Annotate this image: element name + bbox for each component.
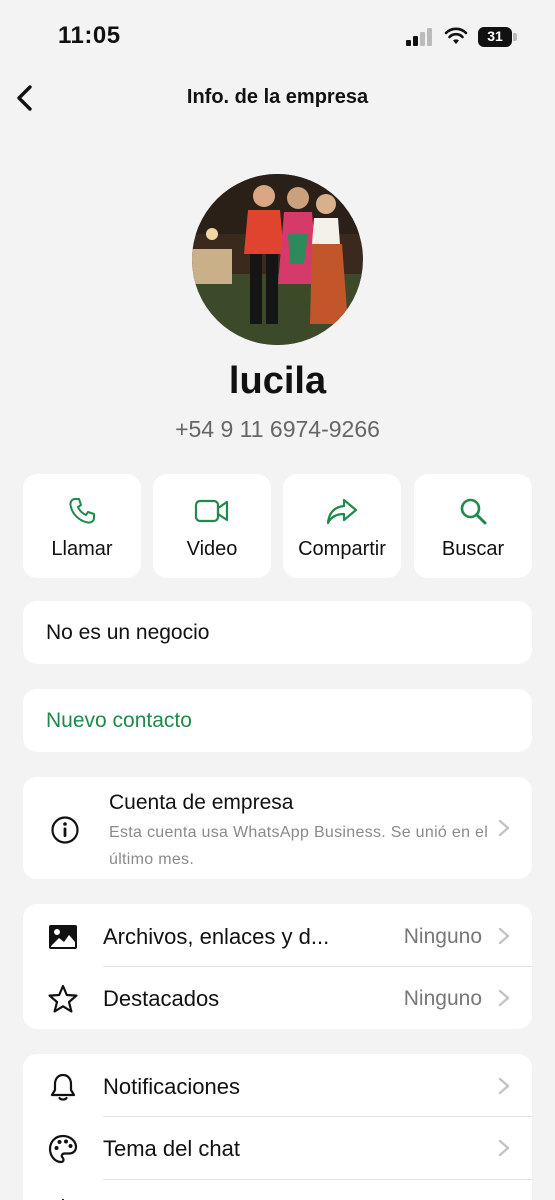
chevron-right-icon — [498, 819, 510, 837]
new-contact-label: Nuevo contacto — [46, 709, 192, 732]
share-button[interactable]: Compartir — [283, 474, 401, 578]
notifications-row[interactable]: Notificaciones — [23, 1055, 532, 1117]
starred-row[interactable]: Destacados Ninguno — [23, 967, 532, 1029]
next-settings-row[interactable] — [23, 1180, 532, 1200]
not-business-row[interactable]: No es un negocio — [23, 601, 532, 664]
chevron-right-icon — [498, 1139, 510, 1157]
image-icon — [49, 925, 77, 949]
media-row[interactable]: Archivos, enlaces y d... Ninguno — [23, 905, 532, 967]
palette-icon — [48, 1134, 78, 1164]
share-icon — [326, 498, 358, 525]
phone-icon — [69, 498, 95, 524]
call-label: Llamar — [51, 538, 113, 560]
settings-section: Notificaciones Tema del chat — [23, 1054, 532, 1200]
video-icon — [194, 499, 229, 523]
page-title: Info. de la empresa — [186, 86, 369, 108]
video-label: Video — [186, 538, 238, 560]
wifi-icon — [444, 27, 468, 44]
new-contact-row[interactable]: Nuevo contacto — [23, 689, 532, 752]
battery-level: 31 — [487, 28, 503, 44]
chevron-right-icon — [498, 989, 510, 1007]
chevron-right-icon — [498, 1077, 510, 1095]
chat-theme-row[interactable]: Tema del chat — [23, 1117, 532, 1179]
status-time: 11:05 — [58, 22, 121, 49]
chat-theme-label: Tema del chat — [103, 1136, 240, 1161]
business-account-title: Cuenta de empresa — [109, 791, 294, 814]
media-section: Archivos, enlaces y d... Ninguno Destaca… — [23, 904, 532, 1029]
partial-icon — [61, 1198, 65, 1200]
share-label: Compartir — [298, 538, 386, 560]
search-icon — [460, 498, 487, 525]
call-button[interactable]: Llamar — [23, 474, 141, 578]
chevron-right-icon — [498, 927, 510, 945]
starred-value: Ninguno — [403, 987, 482, 1010]
status-bar: 11:05 31 — [0, 0, 555, 72]
avatar[interactable] — [192, 174, 363, 345]
star-icon — [48, 984, 78, 1013]
search-label: Buscar — [441, 538, 505, 560]
business-account-row[interactable]: Cuenta de empresa Esta cuenta usa WhatsA… — [23, 777, 532, 879]
contact-phone: +54 9 11 6974-9266 — [175, 416, 380, 442]
media-value: Ninguno — [403, 925, 482, 948]
contact-name: lucila — [228, 360, 327, 402]
notifications-label: Notificaciones — [103, 1074, 240, 1099]
battery-indicator: 31 — [478, 27, 518, 47]
media-label: Archivos, enlaces y d... — [103, 924, 330, 949]
starred-label: Destacados — [103, 986, 220, 1011]
search-button[interactable]: Buscar — [414, 474, 532, 578]
signal-icon — [406, 28, 432, 46]
info-icon — [51, 816, 79, 844]
bell-icon — [50, 1073, 76, 1101]
business-account-subtitle: Esta cuenta usa WhatsApp Business. Se un… — [109, 824, 489, 868]
not-business-label: No es un negocio — [46, 621, 210, 644]
video-button[interactable]: Video — [153, 474, 271, 578]
